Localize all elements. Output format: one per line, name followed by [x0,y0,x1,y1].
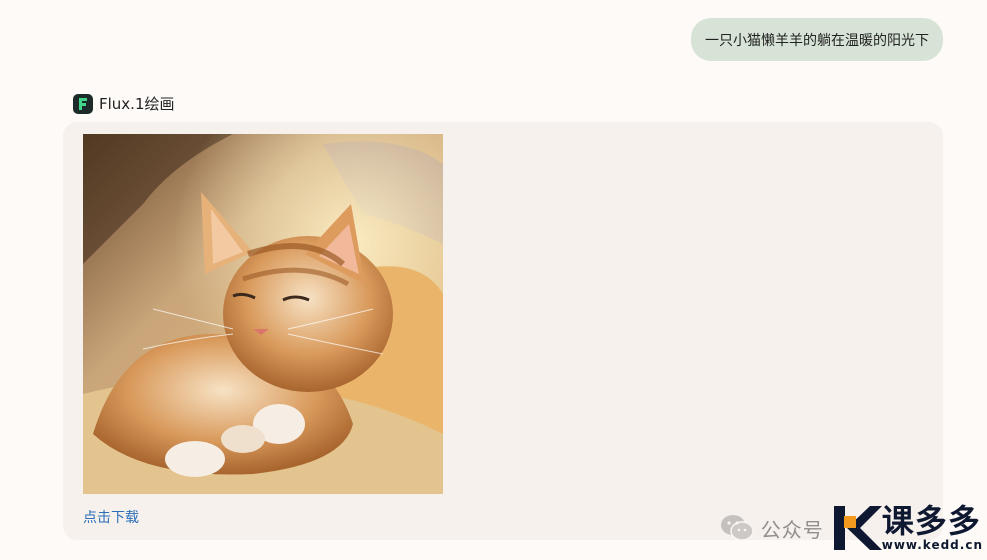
user-message-text: 一只小猫懒羊羊的躺在温暖的阳光下 [705,32,929,49]
bot-reply-card: 点击下载 [63,122,943,540]
generated-image[interactable] [83,134,443,494]
watermark-account: 公众号 [760,517,824,542]
kedd-logo: 课多多 www.kedd.cn [830,502,983,554]
user-message-bubble: 一只小猫懒羊羊的躺在温暖的阳光下 [691,18,943,61]
chat-page: 一只小猫懒羊羊的躺在温暖的阳光下 Flux.1绘画 点击下载 公众号 课多多 w… [0,0,987,560]
watermark-url: www.kedd.cn [881,538,983,552]
watermark: 公众号 课多多 www.kedd.cn [719,500,983,556]
watermark-brand: 课多多 [881,502,981,540]
wechat-icon [720,515,754,541]
bot-header: Flux.1绘画 [73,93,175,114]
bot-name: Flux.1绘画 [99,95,175,113]
kedd-k-icon [833,506,882,550]
flux-logo-icon [73,93,93,114]
download-link[interactable]: 点击下载 [83,507,139,527]
